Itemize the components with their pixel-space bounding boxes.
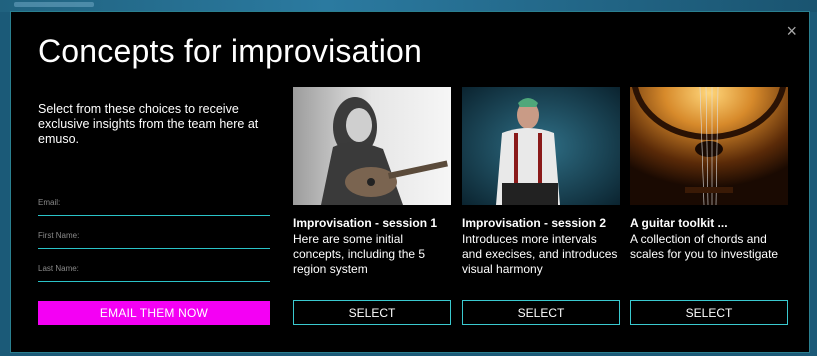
card-title: Improvisation - session 2 <box>462 216 607 230</box>
card-title: Improvisation - session 1 <box>293 216 438 230</box>
signup-modal: × Concepts for improvisation Select from… <box>10 11 810 353</box>
card-description: Introduces more intervals and execises, … <box>462 232 618 276</box>
email-them-now-button[interactable]: EMAIL THEM NOW <box>38 301 270 325</box>
select-button-session-2[interactable]: SELECT <box>462 300 620 325</box>
select-button-guitar-toolkit[interactable]: SELECT <box>630 300 788 325</box>
intro-text: Select from these choices to receive exc… <box>38 102 259 146</box>
performer-man-image <box>462 87 620 205</box>
first-name-field[interactable] <box>38 222 270 249</box>
card-title: A guitar toolkit ... <box>630 216 728 230</box>
select-button-session-1[interactable]: SELECT <box>293 300 451 325</box>
card-description: A collection of chords and scales for yo… <box>630 232 779 261</box>
email-field[interactable] <box>38 189 270 216</box>
acoustic-guitar-image <box>630 87 788 205</box>
course-card-session-1: Improvisation - session 1 Here are some … <box>293 87 451 325</box>
background-logo <box>14 2 94 7</box>
last-name-field[interactable] <box>38 255 270 282</box>
modal-title: Concepts for improvisation <box>38 33 423 69</box>
course-card-guitar-toolkit: A guitar toolkit ... A collection of cho… <box>630 87 788 325</box>
card-description: Here are some initial concepts, includin… <box>293 232 426 276</box>
guitarist-woman-image <box>293 87 451 205</box>
course-card-session-2: Improvisation - session 2 Introduces mor… <box>462 87 620 325</box>
close-icon[interactable]: × <box>786 22 797 40</box>
